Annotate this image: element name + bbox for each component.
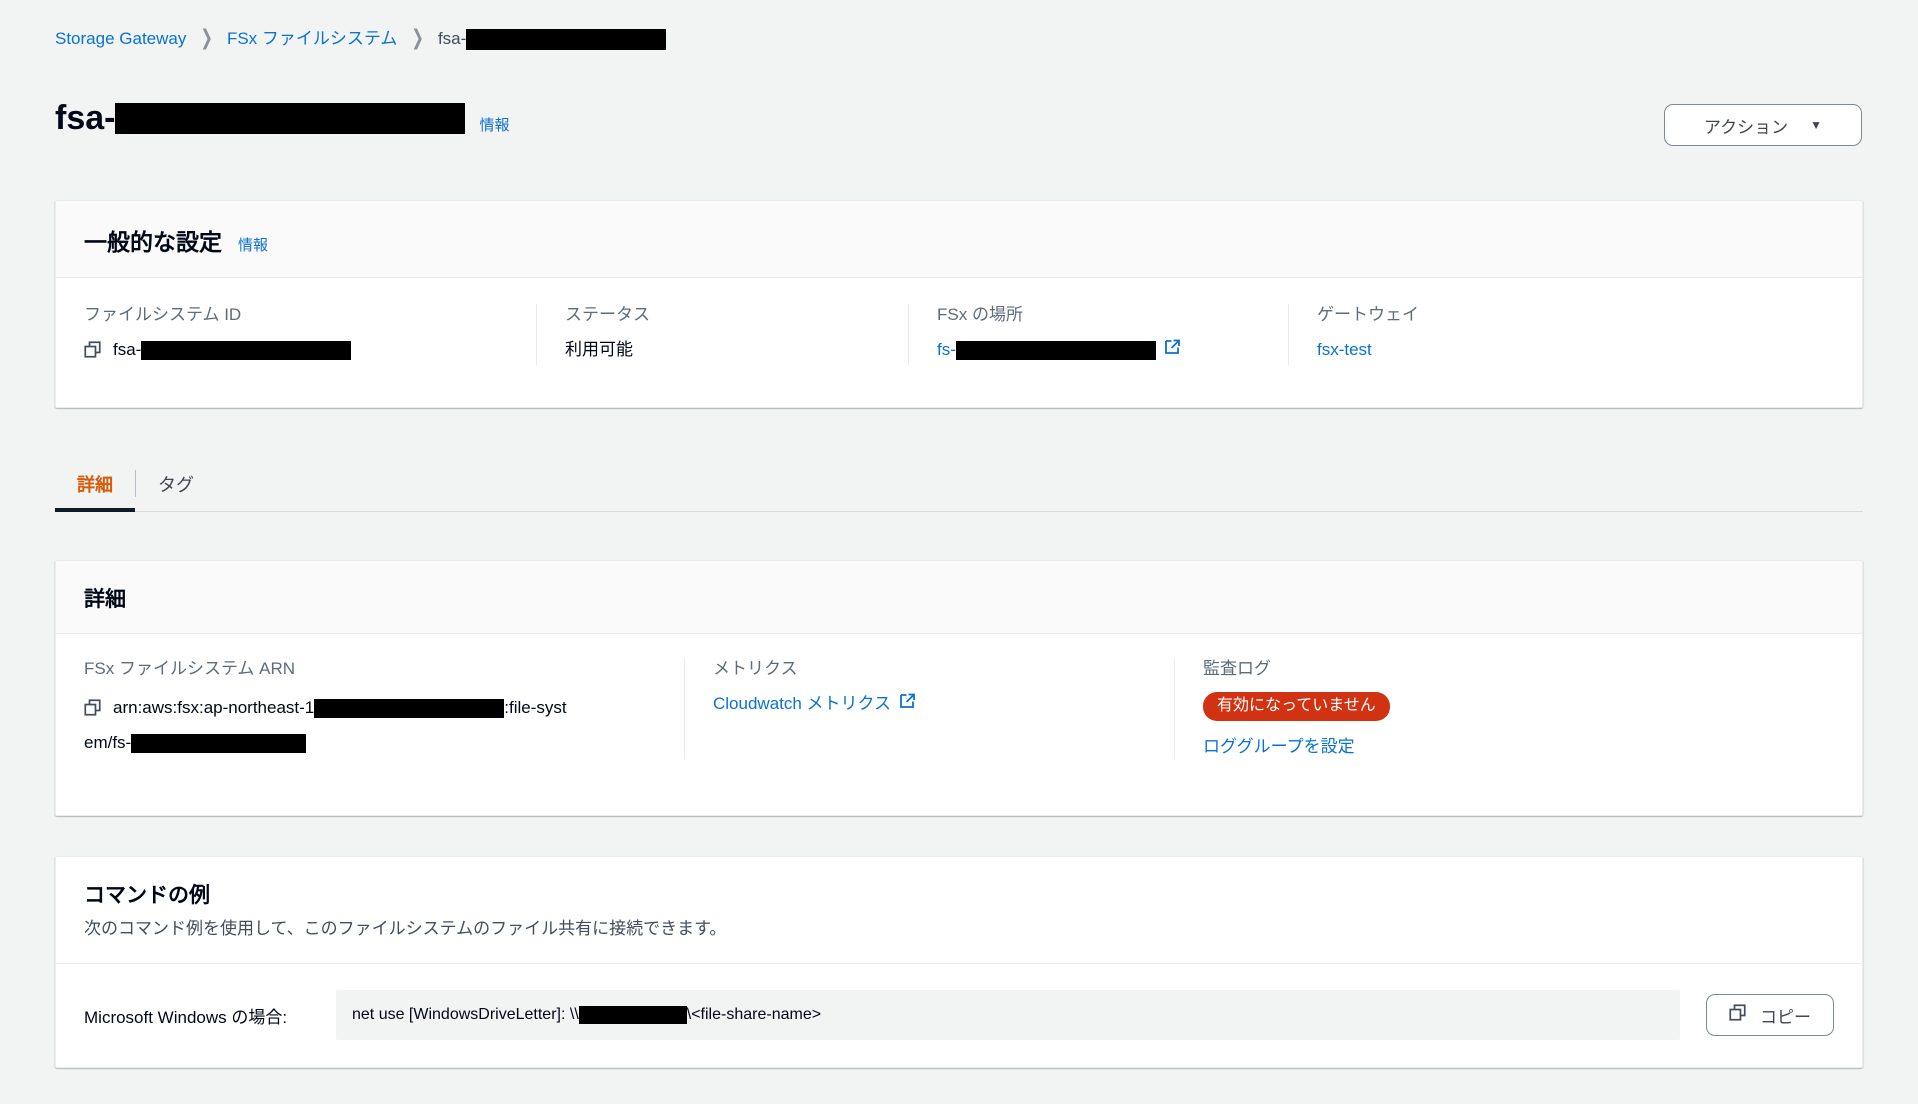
field-filesystem-id: ファイルシステム ID fsa- — [84, 304, 536, 365]
breadcrumb-item-fsx-filesystems[interactable]: FSx ファイルシステム — [227, 28, 397, 50]
copy-button[interactable]: コピー — [1706, 994, 1834, 1036]
status-value: 利用可能 — [565, 340, 633, 359]
breadcrumb-item-current: fsa- — [437, 28, 667, 50]
general-settings-columns: ファイルシステム ID fsa- ステータス 利用可能 FSx の場所 fs- … — [84, 304, 1834, 365]
details-body: FSx ファイルシステム ARN arn:aws:fsx:ap-northeas… — [56, 634, 1862, 787]
redacted-block — [131, 734, 307, 753]
copy-icon — [1729, 1004, 1746, 1026]
command-example-description: 次のコマンド例を使用して、このファイルシステムのファイル共有に接続できます。 — [84, 919, 727, 938]
command-example-title: コマンドの例 — [84, 884, 210, 907]
command-row-windows: Microsoft Windows の場合: net use [WindowsD… — [84, 986, 1834, 1044]
breadcrumb-separator-icon: ❯ — [411, 26, 424, 51]
details-card: 詳細 FSx ファイルシステム ARN arn:aws:fsx:ap-north… — [55, 560, 1863, 816]
redacted-block — [314, 699, 505, 718]
redacted-block — [578, 1005, 687, 1024]
field-label: ステータス — [565, 305, 650, 324]
general-settings-card: 一般的な設定 情報 ファイルシステム ID fsa- ステータス 利用可能 FS… — [55, 200, 1863, 408]
tab-details-label: 詳細 — [77, 474, 113, 495]
breadcrumb: Storage Gateway ❯ FSx ファイルシステム ❯ fsa- — [55, 26, 667, 50]
breadcrumb-separator-icon: ❯ — [200, 26, 213, 51]
tab-details[interactable]: 詳細 — [55, 456, 135, 512]
configure-log-group-link[interactable]: ロググループを設定 — [1203, 737, 1355, 756]
field-value-text: fsa- — [113, 340, 142, 359]
copy-icon[interactable] — [84, 341, 101, 365]
field-fsx-location: FSx の場所 fs- — [908, 304, 1288, 365]
general-settings-header: 一般的な設定 情報 — [56, 201, 1862, 278]
command-prefix: net use [WindowsDriveLetter]: \\ — [352, 1006, 579, 1023]
field-metrics: メトリクス Cloudwatch メトリクス — [684, 658, 1174, 759]
arn-part-2: :file-syst — [504, 698, 567, 717]
external-link-icon[interactable] — [1164, 338, 1180, 362]
gateway-link[interactable]: fsx-test — [1317, 338, 1372, 362]
cloudwatch-metrics-link[interactable]: Cloudwatch メトリクス — [713, 692, 891, 716]
field-value: Cloudwatch メトリクス — [713, 692, 1150, 716]
arn-part-1: arn:aws:fsx:ap-northeast-1 — [113, 698, 315, 717]
command-example-header: コマンドの例 次のコマンド例を使用して、このファイルシステムのファイル共有に接続… — [56, 857, 1862, 964]
redacted-block — [115, 102, 466, 134]
details-columns: FSx ファイルシステム ARN arn:aws:fsx:ap-northeas… — [84, 658, 1834, 759]
redacted-block — [466, 28, 667, 50]
field-label: FSx ファイルシステム ARN — [84, 659, 296, 678]
command-example-card: コマンドの例 次のコマンド例を使用して、このファイルシステムのファイル共有に接続… — [55, 856, 1863, 1068]
command-text-box[interactable]: net use [WindowsDriveLetter]: \\ \<file-s… — [336, 990, 1680, 1040]
field-label: メトリクス — [713, 659, 798, 678]
field-value: 有効になっていません ロググループを設定 — [1203, 692, 1630, 759]
copy-icon[interactable] — [84, 695, 101, 727]
field-audit-log: 監査ログ 有効になっていません ロググループを設定 — [1174, 658, 1654, 759]
tab-tags-label: タグ — [158, 474, 194, 495]
details-title: 詳細 — [84, 588, 126, 611]
arn-part-3: em/fs- — [84, 733, 132, 752]
field-value: fsa- — [84, 338, 512, 365]
details-header: 詳細 — [56, 561, 1862, 634]
general-settings-body: ファイルシステム ID fsa- ステータス 利用可能 FSx の場所 fs- … — [56, 278, 1862, 393]
general-settings-title: 一般的な設定 — [84, 229, 222, 255]
actions-button[interactable]: アクション ▼ — [1664, 104, 1862, 146]
field-status: ステータス 利用可能 — [536, 304, 908, 365]
fsx-location-link[interactable]: fs- — [937, 338, 956, 362]
field-label: FSx の場所 — [937, 305, 1023, 324]
field-label: 監査ログ — [1203, 659, 1271, 678]
field-label: ファイルシステム ID — [84, 305, 242, 324]
command-row-label: Microsoft Windows の場合: — [84, 1007, 288, 1027]
actions-button-label: アクション — [1703, 117, 1789, 137]
general-settings-info-link[interactable]: 情報 — [238, 234, 268, 255]
breadcrumb-item-storage-gateway[interactable]: Storage Gateway — [55, 28, 186, 50]
tab-bar: 詳細 タグ — [55, 456, 1863, 512]
external-link-icon[interactable] — [899, 692, 915, 716]
field-value: arn:aws:fsx:ap-northeast-1 :file-syst em… — [84, 692, 660, 759]
page-title-text: fsa- — [55, 99, 116, 137]
redacted-block — [955, 341, 1156, 360]
copy-button-label: コピー — [1760, 1007, 1811, 1027]
field-value: fsx-test — [1317, 338, 1564, 362]
command-example-body: Microsoft Windows の場合: net use [WindowsD… — [56, 964, 1862, 1072]
chevron-down-icon: ▼ — [1810, 118, 1823, 132]
field-value: 利用可能 — [565, 338, 884, 362]
redacted-block — [141, 341, 352, 360]
page-info-link[interactable]: 情報 — [479, 114, 509, 135]
status-badge: 有効になっていません — [1203, 692, 1390, 721]
command-suffix: \<file-share-name> — [686, 1006, 822, 1023]
breadcrumb-current-label: fsa- — [437, 29, 467, 48]
tab-tags[interactable]: タグ — [136, 456, 216, 511]
page-title: fsa- — [55, 98, 466, 138]
page-header: fsa- 情報 — [55, 98, 1863, 138]
field-value: fs- — [937, 338, 1264, 362]
field-gateway: ゲートウェイ fsx-test — [1288, 304, 1588, 365]
page-root: Storage Gateway ❯ FSx ファイルシステム ❯ fsa- fs… — [0, 0, 1918, 1104]
field-label: ゲートウェイ — [1317, 305, 1419, 324]
field-fsx-arn: FSx ファイルシステム ARN arn:aws:fsx:ap-northeas… — [84, 658, 684, 759]
